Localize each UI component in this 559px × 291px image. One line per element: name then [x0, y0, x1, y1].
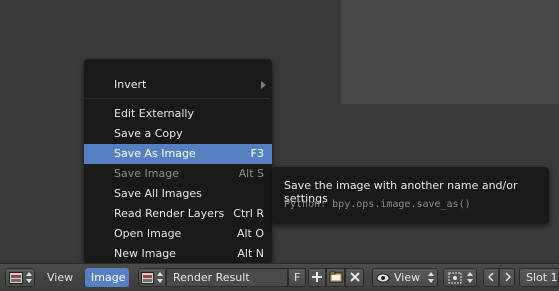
chevron-right-icon — [505, 272, 512, 282]
chevron-left-icon — [487, 272, 494, 282]
menu-item-read-render-layers[interactable]: Read Render Layers Ctrl R — [84, 204, 272, 224]
eye-icon — [376, 273, 390, 283]
render-result-canvas — [341, 0, 559, 104]
open-image-button[interactable] — [326, 268, 345, 287]
menu-item-save-a-copy[interactable]: Save a Copy — [84, 124, 272, 144]
menu-item-edit-externally[interactable]: Edit Externally — [84, 104, 272, 124]
menu-item-shortcut: Ctrl R — [233, 207, 264, 220]
new-image-button[interactable] — [308, 268, 326, 287]
view-menu[interactable]: View — [47, 268, 75, 287]
image-name-value: Render Result — [173, 271, 250, 284]
updown-arrows-icon — [157, 271, 163, 284]
menu-item-save-image: Save Image Alt S — [84, 164, 272, 184]
image-menu[interactable]: Image — [85, 268, 129, 287]
updown-arrows-icon — [428, 271, 434, 284]
image-editor-header: View Image Render Result F View Slot 1 — [0, 263, 559, 291]
tooltip: Save the image with another name and/or … — [272, 167, 549, 224]
pivot-selector[interactable] — [443, 268, 477, 287]
slot-selector[interactable]: Slot 1 — [519, 268, 559, 287]
menu-item-label: Invert — [114, 78, 147, 91]
menu-item-save-as-image[interactable]: Save As Image F3 — [84, 144, 272, 164]
menu-item-save-all-images[interactable]: Save All Images — [84, 184, 272, 204]
menu-item-label: Open Image — [114, 227, 182, 240]
view-mode-label: View — [394, 271, 421, 284]
menu-item-label: Read Render Layers — [114, 207, 225, 220]
menu-item-shortcut: Alt N — [237, 247, 264, 260]
image-editor-icon — [9, 272, 23, 284]
folder-icon — [329, 271, 343, 283]
tooltip-python-path: Python: bpy.ops.image.save_as() — [284, 199, 471, 210]
updown-arrows-icon — [26, 271, 32, 284]
editor-type-selector[interactable] — [5, 268, 35, 287]
view-menu-label: View — [47, 271, 74, 284]
updown-arrows-icon — [467, 271, 473, 284]
unlink-image-button[interactable] — [345, 268, 364, 287]
previous-slot-button[interactable] — [483, 268, 499, 287]
fake-user-label: F — [294, 271, 301, 284]
next-slot-button[interactable] — [499, 268, 515, 287]
menu-item-label: New Image — [114, 247, 176, 260]
image-name-field[interactable]: Render Result — [166, 268, 288, 287]
view-mode-selector[interactable]: View — [372, 268, 438, 287]
menu-item-new-image[interactable]: New Image Alt N — [84, 244, 272, 264]
submenu-arrow-icon — [261, 81, 266, 89]
menu-item-label: Save All Images — [114, 187, 202, 200]
menu-item-shortcut: Alt O — [236, 227, 264, 240]
image-menu-dropdown: Invert Edit Externally Save a Copy Save … — [84, 59, 272, 264]
slot-label: Slot 1 — [526, 271, 558, 284]
menu-item-open-image[interactable]: Open Image Alt O — [84, 224, 272, 244]
fake-user-toggle[interactable]: F — [288, 268, 306, 287]
menu-item-shortcut: Alt S — [238, 167, 264, 180]
menu-item-label: Edit Externally — [114, 107, 195, 120]
image-browse-button[interactable] — [138, 268, 166, 287]
image-datablock-icon — [141, 272, 154, 284]
plus-icon — [312, 272, 322, 282]
menu-separator — [86, 98, 270, 99]
close-icon — [350, 272, 360, 282]
pivot-icon — [448, 272, 462, 284]
menu-item-label: Save Image — [114, 167, 179, 180]
image-menu-label: Image — [91, 271, 126, 284]
menu-item-label: Save a Copy — [114, 127, 183, 140]
menu-item-shortcut: F3 — [250, 147, 264, 160]
menu-item-invert[interactable]: Invert — [84, 75, 272, 95]
menu-item-label: Save As Image — [114, 147, 196, 160]
